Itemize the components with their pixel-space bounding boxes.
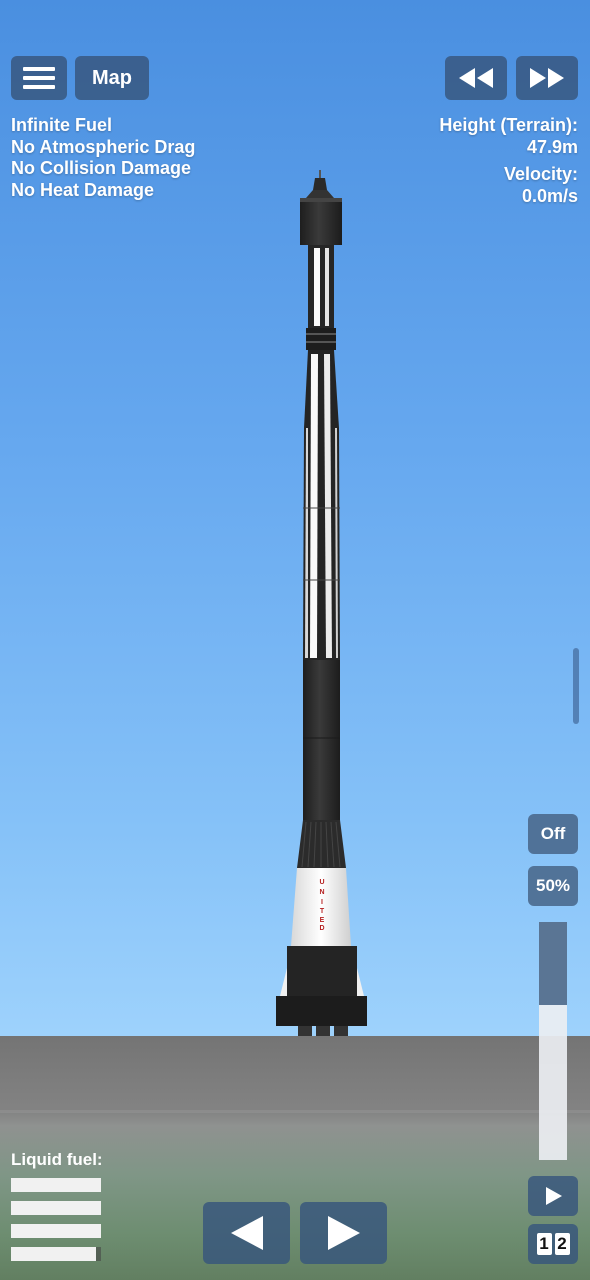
svg-text:I: I	[321, 899, 323, 906]
fast-forward-button[interactable]	[516, 56, 578, 100]
cheat-no-heat-damage: No Heat Damage	[11, 180, 155, 201]
height-label: Height (Terrain):	[439, 115, 578, 135]
velocity-value: 0.0m/s	[521, 186, 578, 207]
rotate-right-icon	[327, 1216, 360, 1250]
fuel-tank-fill	[11, 1224, 101, 1238]
fuel-tank-bar	[11, 1247, 101, 1261]
play-button[interactable]	[528, 1176, 578, 1216]
fuel-tank-fill	[11, 1178, 101, 1192]
rotate-left-button[interactable]	[203, 1202, 290, 1264]
play-icon	[546, 1187, 562, 1205]
throttle-slider[interactable]	[539, 922, 567, 1160]
stage-indicator[interactable]: 1 2	[528, 1224, 578, 1264]
rocket: U N I T E D	[276, 170, 367, 1036]
map-button[interactable]: Map	[75, 56, 149, 100]
rotate-right-button[interactable]	[300, 1202, 387, 1264]
ground-edge	[0, 1110, 590, 1113]
fuel-tank-bar	[11, 1201, 101, 1215]
svg-text:U: U	[319, 879, 324, 886]
height-value: 47.9m	[526, 136, 578, 157]
telemetry-panel: Height (Terrain): 47.9m Velocity: 0.0m/s	[439, 115, 578, 208]
stage-digit-1: 1	[536, 1233, 552, 1255]
cheats-list: Infinite Fuel No Atmospheric Drag No Col…	[11, 115, 195, 202]
rotate-left-icon	[230, 1216, 263, 1250]
svg-text:T: T	[320, 908, 325, 915]
svg-text:E: E	[320, 917, 325, 924]
throttle-slider-unfilled	[539, 922, 567, 1005]
fuel-tank-fill	[11, 1201, 101, 1215]
cheat-infinite-fuel: Infinite Fuel	[11, 115, 112, 135]
svg-text:N: N	[319, 889, 324, 896]
sas-toggle-button[interactable]: Off	[528, 814, 578, 854]
stage-digit-2: 2	[554, 1233, 570, 1255]
hamburger-menu-icon	[23, 67, 55, 89]
rewind-button[interactable]	[445, 56, 507, 100]
fast-forward-icon	[530, 68, 564, 88]
menu-button[interactable]	[11, 56, 67, 100]
throttle-percent-button[interactable]: 50%	[528, 866, 578, 906]
fuel-tank-bar	[11, 1178, 101, 1192]
fuel-label: Liquid fuel:	[11, 1150, 103, 1169]
cheat-no-atmospheric-drag: No Atmospheric Drag	[11, 136, 196, 157]
svg-text:D: D	[319, 925, 324, 932]
cheat-no-collision-damage: No Collision Damage	[11, 158, 192, 179]
fuel-tank-fill	[11, 1247, 96, 1261]
camera-zoom-indicator[interactable]	[573, 648, 579, 724]
rewind-icon	[459, 68, 493, 88]
velocity-label: Velocity:	[503, 164, 578, 185]
fuel-tank-bar	[11, 1224, 101, 1238]
